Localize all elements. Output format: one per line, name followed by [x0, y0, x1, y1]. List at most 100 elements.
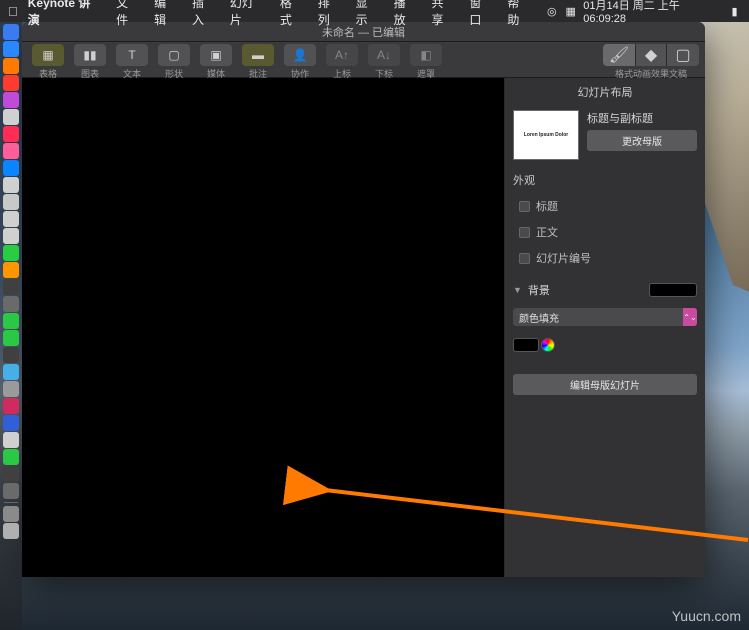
dock-app-0[interactable] — [3, 24, 19, 40]
edit-master-button[interactable]: 编辑母版幻灯片 — [513, 374, 697, 395]
toolbar-superscript[interactable]: A↑上标 — [322, 44, 362, 80]
dock-app-9[interactable] — [3, 177, 19, 193]
toolbar-table[interactable]: ▦表格 — [28, 44, 68, 80]
checkbox-title[interactable] — [519, 201, 530, 212]
dock-app-10[interactable] — [3, 194, 19, 210]
animate-icon: ◆ — [645, 45, 657, 65]
format-icon: 🖌 — [609, 45, 629, 65]
color-wheel-icon[interactable] — [541, 338, 555, 352]
dock-app-17[interactable] — [3, 313, 19, 329]
check-title-row[interactable]: 标题 — [519, 198, 697, 214]
dock-app-27[interactable] — [3, 483, 19, 499]
toolbar-mask[interactable]: ◧遮罩 — [406, 44, 446, 80]
menu-arrange[interactable]: 排列 — [318, 0, 342, 28]
menu-slide[interactable]: 幻灯片 — [230, 0, 266, 28]
menu-file[interactable]: 文件 — [116, 0, 140, 28]
dock-app-5[interactable] — [3, 109, 19, 125]
subscript-icon: A↓ — [368, 44, 400, 66]
dock-separator — [4, 502, 18, 503]
dock-app-26[interactable] — [3, 466, 19, 482]
checkbox-number[interactable] — [519, 253, 530, 264]
app-menu[interactable]: Keynote 讲演 — [28, 0, 102, 28]
dock-app-14[interactable] — [3, 262, 19, 278]
dock-app-4[interactable] — [3, 92, 19, 108]
menu-window[interactable]: 窗口 — [469, 0, 493, 28]
toolbar-collab[interactable]: 👤协作 — [280, 44, 320, 80]
dock-app-2[interactable] — [3, 58, 19, 74]
toolbar-subscript[interactable]: A↓下标 — [364, 44, 404, 80]
window-content: 幻灯片布局 Loren Ipsum Dolor 标题与副标题 更改母版 外观 标… — [22, 78, 705, 577]
keynote-window: 未命名 — 已编辑 ▦表格 ▮▮图表 T文本 ▢形状 ▣媒体 ▬批注 👤协作 A… — [22, 22, 705, 577]
inspector-animate-tab[interactable]: ◆ — [635, 44, 667, 66]
dock-app-13[interactable] — [3, 245, 19, 261]
shape-icon: ▢ — [158, 44, 190, 66]
inspector-document-tab[interactable]: ▢ — [667, 44, 699, 66]
dock-app-7[interactable] — [3, 143, 19, 159]
dock-app-23[interactable] — [3, 415, 19, 431]
dock-app-18[interactable] — [3, 330, 19, 346]
appearance-label: 外观 — [513, 172, 697, 188]
dock-app-16[interactable] — [3, 296, 19, 312]
dock-app-6[interactable] — [3, 126, 19, 142]
text-icon: T — [116, 44, 148, 66]
dock-app-25[interactable] — [3, 449, 19, 465]
checkbox-body[interactable] — [519, 227, 530, 238]
menu-help[interactable]: 帮助 — [507, 0, 531, 28]
calendar-icon[interactable]: ▦ — [564, 5, 577, 18]
background-label: 背景 — [528, 282, 550, 298]
menu-play[interactable]: 播放 — [394, 0, 418, 28]
superscript-icon: A↑ — [326, 44, 358, 66]
watermark: Yuucn.com — [672, 608, 741, 624]
check-body-row[interactable]: 正文 — [519, 224, 697, 240]
dock-app-20[interactable] — [3, 364, 19, 380]
dock-app-15[interactable] — [3, 279, 19, 295]
inspector-header: 幻灯片布局 — [513, 84, 697, 100]
table-icon: ▦ — [32, 44, 64, 66]
disclosure-icon[interactable]: ▼ — [513, 285, 522, 295]
background-color-well[interactable] — [649, 283, 697, 297]
dock-app-1[interactable] — [3, 41, 19, 57]
menubar-datetime[interactable]: 01月14日 周二 上午06:09:28 — [583, 0, 722, 25]
layout-thumbnail[interactable]: Loren Ipsum Dolor — [513, 110, 579, 160]
dock-app-11[interactable] — [3, 211, 19, 227]
menu-insert[interactable]: 插入 — [192, 0, 216, 28]
layout-name-label: 标题与副标题 — [587, 110, 697, 126]
menu-edit[interactable]: 编辑 — [154, 0, 178, 28]
dock — [0, 22, 22, 630]
dock-app-22[interactable] — [3, 398, 19, 414]
inspector-panel: 幻灯片布局 Loren Ipsum Dolor 标题与副标题 更改母版 外观 标… — [505, 78, 705, 577]
document-icon: ▢ — [675, 45, 690, 65]
dock-app-19[interactable] — [3, 347, 19, 363]
menu-format[interactable]: 格式 — [280, 0, 304, 28]
toolbar-chart[interactable]: ▮▮图表 — [70, 44, 110, 80]
slide-canvas[interactable] — [22, 78, 505, 577]
dock-app-24[interactable] — [3, 432, 19, 448]
toolbar-media[interactable]: ▣媒体 — [196, 44, 236, 80]
menubar:  Keynote 讲演 文件 编辑 插入 幻灯片 格式 排列 显示 播放 共享… — [0, 0, 749, 22]
toolbar-comment[interactable]: ▬批注 — [238, 44, 278, 80]
mask-icon: ◧ — [410, 44, 442, 66]
dock-app-21[interactable] — [3, 381, 19, 397]
inspector-format-tab[interactable]: 🖌 — [603, 44, 635, 66]
apple-menu-icon[interactable]:  — [8, 4, 18, 19]
dock-app-3[interactable] — [3, 75, 19, 91]
fill-type-select[interactable]: 颜色填充 ⌃⌄ — [513, 308, 697, 326]
chart-icon: ▮▮ — [74, 44, 106, 66]
menu-share[interactable]: 共享 — [432, 0, 456, 28]
check-number-row[interactable]: 幻灯片编号 — [519, 250, 697, 266]
dock-app-29[interactable] — [3, 523, 19, 539]
collab-icon: 👤 — [284, 44, 316, 66]
change-master-button[interactable]: 更改母版 — [587, 130, 697, 151]
toolbar-shape[interactable]: ▢形状 — [154, 44, 194, 80]
select-stepper-icon: ⌃⌄ — [683, 308, 697, 326]
dock-app-8[interactable] — [3, 160, 19, 176]
dock-app-12[interactable] — [3, 228, 19, 244]
media-icon: ▣ — [200, 44, 232, 66]
menu-view[interactable]: 显示 — [356, 0, 380, 28]
toolbar-text[interactable]: T文本 — [112, 44, 152, 80]
location-icon[interactable]: ◎ — [545, 5, 558, 18]
siri-icon[interactable]: ▮ — [728, 5, 741, 18]
dock-app-28[interactable] — [3, 506, 19, 522]
comment-icon: ▬ — [242, 44, 274, 66]
fill-color-swatch[interactable] — [513, 338, 539, 352]
